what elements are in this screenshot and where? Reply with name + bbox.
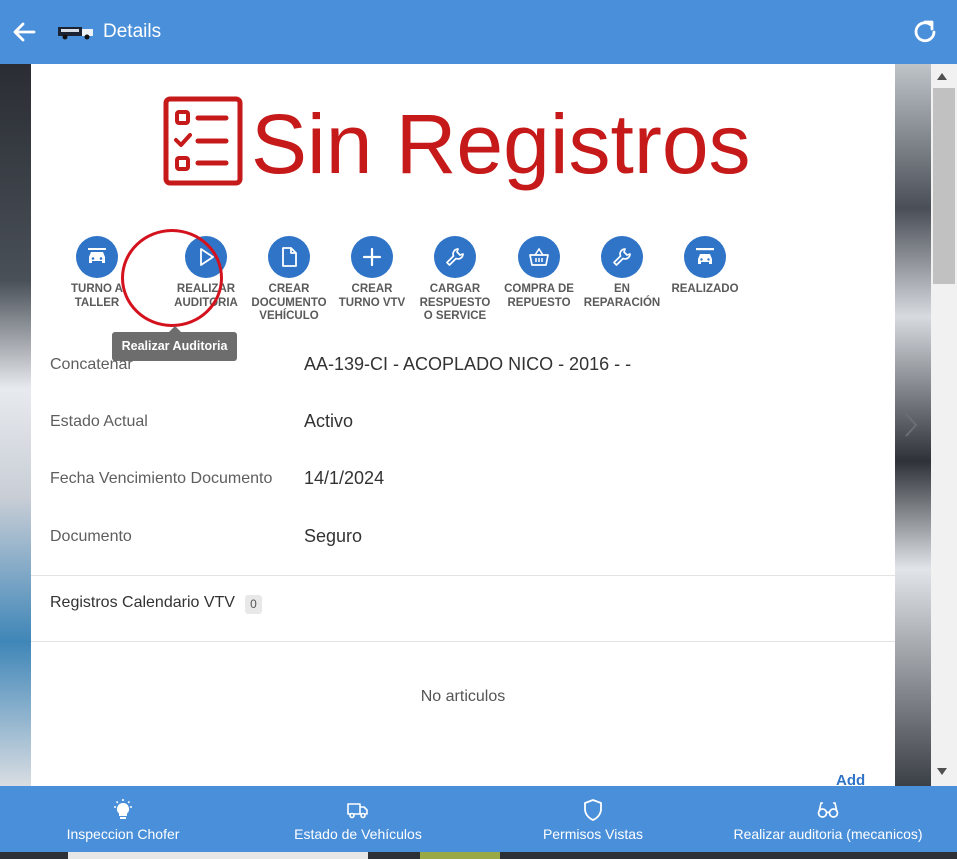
details-panel: Sin Registros TURNO A TALLER REALIZAR AU… (31, 64, 895, 786)
arrow-left-icon[interactable] (10, 18, 38, 46)
field-documento: Documento Seguro (50, 526, 890, 550)
nav-estado-de-vehiculos[interactable]: Estado de Vehículos (273, 786, 443, 852)
add-link[interactable]: Add (836, 772, 865, 786)
status-banner: Sin Registros (163, 94, 773, 194)
field-value: AA-139-CI - ACOPLADO NICO - 2016 - - (304, 354, 632, 374)
action-label: CREAR TURNO VTV (338, 283, 406, 309)
field-value: Activo (304, 411, 354, 431)
compra-de-repuesto-button[interactable]: COMPRA DE REPUESTO (499, 236, 579, 310)
field-label: Estado Actual (50, 413, 148, 430)
action-label: CREAR DOCUMENTO VEHÍCULO (251, 283, 327, 322)
divider (31, 641, 895, 642)
field-value: 14/1/2024 (304, 468, 385, 488)
realizado-button[interactable]: REALIZADO (665, 236, 745, 297)
action-circle (601, 236, 643, 278)
action-circle (518, 236, 560, 278)
banner-text: Sin Registros (251, 97, 751, 191)
truck-icon (347, 803, 368, 819)
glasses-icon (817, 802, 839, 818)
plus-icon (362, 247, 382, 267)
empty-state-text: No articulos (420, 688, 506, 705)
field-concatenar: Concatenar AA-139-CI - ACOPLADO NICO - 2… (50, 354, 890, 378)
page-title: Details (103, 21, 162, 42)
scroll-down-arrow[interactable] (937, 768, 947, 775)
action-label: COMPRA DE REPUESTO (504, 283, 574, 309)
action-circle (434, 236, 476, 278)
nav-label: Realizar auditoria (mecanicos) (733, 826, 923, 842)
field-value: Seguro (304, 526, 363, 546)
bottom-navigation: Inspeccion Chofer Estado de Vehículos Pe… (0, 786, 957, 852)
checklist-icon (163, 96, 243, 186)
field-label: Concatenar (50, 356, 133, 373)
nav-permisos-vistas[interactable]: Permisos Vistas (508, 786, 678, 852)
highlight-annotation-circle (121, 229, 223, 327)
action-circle (76, 236, 118, 278)
car-lift-icon (696, 248, 714, 264)
background-patch (420, 852, 500, 859)
nav-inspeccion-chofer[interactable]: Inspeccion Chofer (38, 786, 208, 852)
refresh-icon[interactable] (910, 17, 940, 47)
action-label: CARGAR RESPUESTO O SERVICE (419, 283, 491, 322)
basket-icon (529, 247, 549, 266)
truck-icon (58, 27, 93, 40)
cargar-respuesto-button[interactable]: CARGAR RESPUESTO O SERVICE (415, 236, 495, 324)
nav-label: Estado de Vehículos (294, 826, 422, 842)
section-title: Registros Calendario VTV (50, 594, 235, 611)
app-header: Details (0, 0, 957, 64)
background-photo-right (895, 64, 931, 786)
background-patch (68, 852, 368, 859)
field-label: Documento (50, 528, 132, 545)
document-icon (282, 247, 297, 267)
section-count-badge: 0 (245, 595, 262, 614)
wrench-icon (613, 248, 631, 266)
background-strip-bottom (0, 852, 957, 859)
action-circle (268, 236, 310, 278)
field-estado-actual: Estado Actual Activo (50, 411, 890, 435)
scrollbar-thumb[interactable] (933, 88, 955, 284)
field-label: Fecha Vencimiento Documento (50, 470, 273, 487)
nav-label: Permisos Vistas (542, 826, 644, 842)
chevron-right-icon[interactable] (901, 410, 921, 440)
crear-documento-vehiculo-button[interactable]: CREAR DOCUMENTO VEHÍCULO (249, 236, 329, 324)
action-label: EN REPARACIÓN (583, 283, 661, 309)
action-circle (351, 236, 393, 278)
nav-label: Inspeccion Chofer (66, 826, 180, 842)
scroll-up-arrow[interactable] (937, 73, 947, 80)
background-photo-left (0, 64, 31, 786)
crear-turno-vtv-button[interactable]: CREAR TURNO VTV (332, 236, 412, 310)
field-fecha-vencimiento: Fecha Vencimiento Documento 14/1/2024 (50, 468, 890, 492)
lightbulb-icon (114, 799, 132, 819)
en-reparacion-button[interactable]: EN REPARACIÓN (582, 236, 662, 310)
nav-realizar-auditoria-mecanicos[interactable]: Realizar auditoria (mecanicos) (728, 786, 928, 852)
action-label: REALIZADO (671, 283, 739, 295)
wrench-icon (446, 248, 464, 266)
action-circle (684, 236, 726, 278)
shield-icon (584, 799, 602, 821)
scrollbar[interactable] (931, 64, 957, 786)
divider (31, 575, 895, 576)
car-service-icon (88, 248, 106, 263)
